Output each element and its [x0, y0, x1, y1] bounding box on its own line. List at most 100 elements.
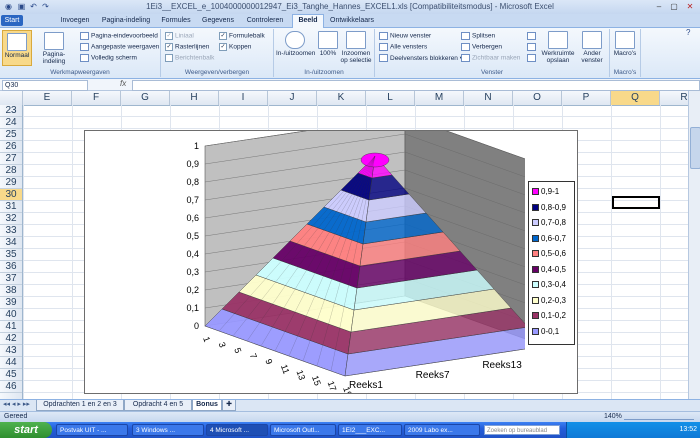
- macros-button[interactable]: Macro's: [612, 31, 638, 57]
- row-header-38[interactable]: 38: [0, 285, 22, 297]
- row-header-45[interactable]: 45: [0, 369, 22, 381]
- task-microsoft-outlook[interactable]: Microsoft Outl...: [270, 424, 336, 436]
- row-header-29[interactable]: 29: [0, 177, 22, 189]
- column-header-l[interactable]: L: [366, 91, 415, 105]
- column-header-i[interactable]: I: [219, 91, 268, 105]
- task-outlook-outbox[interactable]: Postvak UIT - ...: [56, 424, 128, 436]
- zoom-level[interactable]: 140%: [604, 412, 622, 422]
- unhide-button[interactable]: Zichtbaar maken: [461, 54, 520, 62]
- row-header-35[interactable]: 35: [0, 249, 22, 261]
- column-header-e[interactable]: E: [23, 91, 72, 105]
- active-cell[interactable]: [612, 196, 660, 209]
- arrange-all-button[interactable]: Alle vensters: [379, 43, 427, 51]
- help-icon[interactable]: ?: [686, 28, 690, 37]
- sheet-nav-icon[interactable]: ◂◂ ◂ ▸ ▸▸: [3, 400, 30, 408]
- tab-controleren[interactable]: Controleren: [242, 15, 288, 27]
- message-bar-checkbox[interactable]: Berichtenbalk: [165, 54, 214, 62]
- scroll-thumb[interactable]: [690, 127, 700, 169]
- close-icon[interactable]: ✕: [683, 1, 697, 12]
- row-header-23[interactable]: 23: [0, 105, 22, 117]
- sheet-tab-opdrachten[interactable]: Opdrachten 1 en 2 en 3: [36, 400, 124, 411]
- row-header-36[interactable]: 36: [0, 261, 22, 273]
- tab-gegevens[interactable]: Gegevens: [198, 15, 238, 27]
- select-all-corner[interactable]: [0, 91, 23, 105]
- zoom-100-button[interactable]: 100%: [316, 31, 340, 57]
- zoom-button[interactable]: In-/uitzoomen: [276, 31, 315, 57]
- row-header-42[interactable]: 42: [0, 333, 22, 345]
- zoom-slider[interactable]: [624, 413, 694, 420]
- tab-start[interactable]: Start: [1, 15, 23, 26]
- row-header-39[interactable]: 39: [0, 297, 22, 309]
- status-bar: Gereed 140%: [0, 411, 700, 422]
- freeze-panes-button[interactable]: Deelvensters blokkeren ▾: [379, 54, 463, 63]
- row-header-30[interactable]: 30: [0, 189, 22, 201]
- new-window-button[interactable]: Nieuw venster: [379, 32, 431, 40]
- row-header-27[interactable]: 27: [0, 153, 22, 165]
- row-header-33[interactable]: 33: [0, 225, 22, 237]
- tab-invoegen[interactable]: Invoegen: [55, 15, 95, 27]
- row-header-32[interactable]: 32: [0, 213, 22, 225]
- column-header-h[interactable]: H: [170, 91, 219, 105]
- row-header-37[interactable]: 37: [0, 273, 22, 285]
- side-by-side-icon[interactable]: [527, 32, 538, 40]
- start-button[interactable]: start: [0, 422, 52, 438]
- column-header-j[interactable]: J: [268, 91, 317, 105]
- x-tick-label: 13: [294, 369, 307, 382]
- headings-checkbox[interactable]: ✓ Koppen: [219, 43, 251, 51]
- tab-ontwikkelaars[interactable]: Ontwikkelaars: [326, 15, 378, 27]
- sync-scroll-icon[interactable]: [527, 43, 538, 51]
- save-workspace-button[interactable]: Werkruimte opslaan: [541, 31, 575, 64]
- sheet-tab-bonus[interactable]: Bonus: [192, 400, 222, 411]
- page-layout-button[interactable]: Pagina-indeling: [32, 30, 76, 65]
- full-screen-button[interactable]: Volledig scherm: [80, 54, 137, 62]
- split-button[interactable]: Splitsen: [461, 32, 495, 40]
- column-header-g[interactable]: G: [121, 91, 170, 105]
- maximize-icon[interactable]: ▢: [667, 1, 681, 12]
- task-labo[interactable]: 2009 Labo ex...: [404, 424, 480, 436]
- chart-area[interactable]: 0 0,1 0,2 0,3 0,4 0,5 0,6 0,7 0,8 0,9 1 1 3 5 7 9 11 13 15…: [84, 130, 578, 394]
- column-header-q[interactable]: Q: [611, 91, 660, 105]
- row-header-25[interactable]: 25: [0, 129, 22, 141]
- column-header-p[interactable]: P: [562, 91, 611, 105]
- fx-icon[interactable]: fx: [120, 79, 126, 88]
- row-header-31[interactable]: 31: [0, 201, 22, 213]
- row-header-40[interactable]: 40: [0, 309, 22, 321]
- name-box[interactable]: Q30: [2, 80, 88, 91]
- switch-windows-button[interactable]: Ander venster: [577, 31, 607, 64]
- task-windows-explorer[interactable]: 3 Windows ...: [132, 424, 204, 436]
- page-break-preview-button[interactable]: Pagina-eindevoorbeeld: [80, 32, 158, 40]
- tab-formules[interactable]: Formules: [158, 15, 194, 27]
- row-header-41[interactable]: 41: [0, 321, 22, 333]
- formula-bar-checkbox[interactable]: ✓ Formulebalk: [219, 32, 265, 40]
- reset-position-icon[interactable]: [527, 54, 538, 62]
- normal-view-button[interactable]: Normaal: [2, 30, 32, 66]
- task-excel-1ei2[interactable]: 1EI2___EXC...: [338, 424, 402, 436]
- row-header-26[interactable]: 26: [0, 141, 22, 153]
- zoom-selection-button[interactable]: Inzoomen op selectie: [340, 31, 372, 64]
- row-header-44[interactable]: 44: [0, 357, 22, 369]
- column-header-f[interactable]: F: [72, 91, 121, 105]
- row-header-34[interactable]: 34: [0, 237, 22, 249]
- tab-pagina-indeling[interactable]: Pagina-indeling: [98, 15, 154, 27]
- custom-views-button[interactable]: Aangepaste weergaven: [80, 43, 159, 51]
- gridlines-checkbox[interactable]: ✓ Rasterlijnen: [165, 43, 209, 51]
- sheet-tab-opdracht45[interactable]: Opdracht 4 en 5: [124, 400, 192, 411]
- hide-button[interactable]: Verbergen: [461, 43, 502, 51]
- column-header-m[interactable]: M: [415, 91, 464, 105]
- row-header-46[interactable]: 46: [0, 381, 22, 393]
- ruler-checkbox[interactable]: ✓ Liniaal: [165, 32, 194, 40]
- chart-legend[interactable]: 0,9-1 0,8-0,9 0,7-0,8 0,6-0,7 0,5-0,6 0,4-0,5…: [528, 181, 575, 345]
- row-header-28[interactable]: 28: [0, 165, 22, 177]
- desktop-search-input[interactable]: Zoeken op bureaublad: [484, 425, 560, 435]
- minimize-icon[interactable]: –: [652, 1, 666, 12]
- task-microsoft-office[interactable]: 4 Microsoft ...: [206, 424, 268, 436]
- row-header-24[interactable]: 24: [0, 117, 22, 129]
- new-sheet-icon[interactable]: ✚: [222, 400, 236, 411]
- column-header-o[interactable]: O: [513, 91, 562, 105]
- formula-input[interactable]: [132, 80, 700, 91]
- column-header-k[interactable]: K: [317, 91, 366, 105]
- vertical-scrollbar[interactable]: [688, 91, 700, 399]
- row-header-43[interactable]: 43: [0, 345, 22, 357]
- tab-beeld[interactable]: Beeld: [292, 14, 324, 28]
- column-header-n[interactable]: N: [464, 91, 513, 105]
